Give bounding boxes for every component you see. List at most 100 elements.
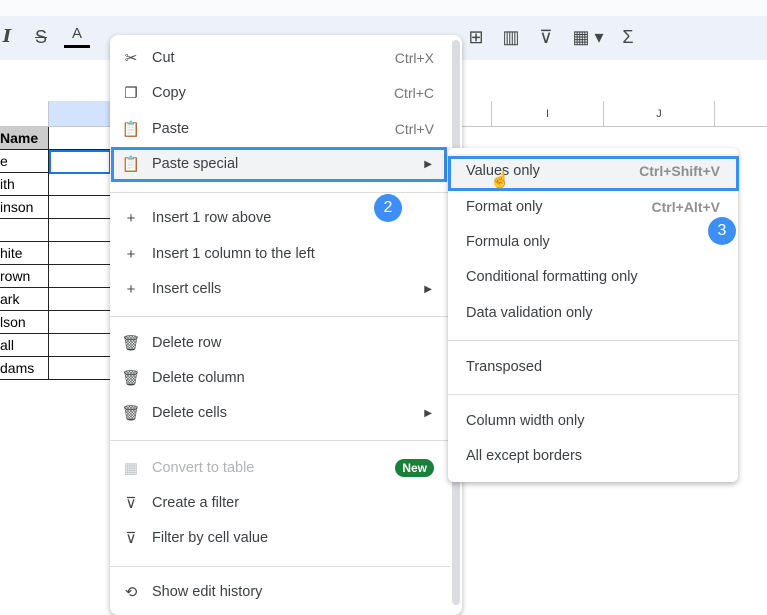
menu-icon: 📋 xyxy=(121,121,141,138)
menu-item-delete-row[interactable]: 🗑 Delete row xyxy=(110,326,450,360)
menu-item-label: Delete column xyxy=(152,370,245,386)
menu-icon: + xyxy=(126,280,136,298)
menu-item-insert-cells[interactable]: + Insert cells ▶ xyxy=(110,272,450,306)
italic-icon[interactable]: I xyxy=(0,22,20,52)
menu-item-label: Show edit history xyxy=(152,584,263,600)
submenu-item-label: Column width only xyxy=(466,413,585,429)
menu-item-delete-column[interactable]: 🗑 Delete column xyxy=(110,361,450,395)
step-badge-2: 2 xyxy=(374,194,402,222)
column-header[interactable] xyxy=(0,101,49,127)
submenu-item-formula-only[interactable]: Formula only xyxy=(448,225,738,259)
menu-item-create-a-filter[interactable]: ⊽ Create a filter xyxy=(110,486,450,520)
text-color-icon[interactable]: A xyxy=(64,22,90,48)
menu-icon: ✂ xyxy=(124,50,138,67)
menu-icon: + xyxy=(126,245,136,263)
submenu-item-conditional-formatting-only[interactable]: Conditional formatting only xyxy=(448,260,738,294)
menu-item-label: Delete cells xyxy=(152,405,227,421)
cell[interactable] xyxy=(49,219,111,242)
submenu-item-label: Transposed xyxy=(466,359,543,375)
submenu-item-label: Format only xyxy=(466,199,543,215)
submenu-item-label: Formula only xyxy=(466,234,550,250)
column-header-selected[interactable] xyxy=(49,101,111,127)
name-cell[interactable]: rown xyxy=(0,265,49,288)
cell[interactable] xyxy=(49,196,111,219)
menu-icon: 🗑 xyxy=(121,335,141,352)
name-cell[interactable]: dams xyxy=(0,357,49,380)
cell[interactable] xyxy=(49,357,111,380)
submenu-item-label: Data validation only xyxy=(466,305,593,321)
name-cell[interactable]: all xyxy=(0,334,49,357)
menu-icon: ⊽ xyxy=(125,495,137,512)
submenu-item-column-width-only[interactable]: Column width only xyxy=(448,404,738,438)
insert-chart-icon[interactable]: ▥ xyxy=(498,22,524,52)
selected-cell[interactable] xyxy=(49,150,111,174)
functions-icon[interactable]: Σ xyxy=(615,22,641,52)
name-header-cell[interactable]: Name xyxy=(0,127,49,150)
menu-icon: ⊽ xyxy=(125,530,137,547)
menu-item-label: Insert cells xyxy=(152,281,222,297)
table-icon[interactable]: ▦ ▾ xyxy=(568,22,608,52)
name-cell[interactable]: inson xyxy=(0,196,49,219)
menu-icon: 🗑 xyxy=(121,405,141,422)
menu-item-cut[interactable]: ✂ Cut Ctrl+X xyxy=(110,41,450,75)
menu-item-label: Insert 1 column to the left xyxy=(152,246,315,262)
menu-icon: ▦ xyxy=(123,460,139,477)
menu-item-copy[interactable]: ❐ Copy Ctrl+C xyxy=(110,76,450,110)
column-header-k[interactable] xyxy=(715,101,767,127)
menu-divider xyxy=(110,192,450,193)
menu-item-label: Insert 1 row above xyxy=(152,210,272,226)
menu-icon: ⟲ xyxy=(124,584,138,601)
cell[interactable] xyxy=(49,311,111,334)
submenu-item-transposed[interactable]: Transposed xyxy=(448,350,738,384)
cell[interactable] xyxy=(49,334,111,357)
hand-cursor-icon: ☝ xyxy=(490,172,510,189)
submenu-item-format-only[interactable]: Format only Ctrl+Alt+V xyxy=(448,190,738,224)
shortcut: Ctrl+X xyxy=(394,50,434,66)
menu-item-label: Copy xyxy=(152,85,186,101)
name-cell[interactable]: e xyxy=(0,150,49,173)
cell[interactable] xyxy=(49,173,111,196)
menu-item-insert-1-column-to-the-left[interactable]: + Insert 1 column to the left xyxy=(110,237,450,271)
menu-divider xyxy=(110,316,450,317)
submenu-item-data-validation-only[interactable]: Data validation only xyxy=(448,296,738,330)
insert-comment-icon[interactable]: ⊞ xyxy=(463,22,489,52)
shortcut: Ctrl+C xyxy=(393,85,434,101)
menu-item-paste[interactable]: 📋 Paste Ctrl+V xyxy=(110,112,450,146)
cell[interactable] xyxy=(49,127,111,150)
menu-item-label: Convert to table xyxy=(152,460,255,476)
submenu-item-all-except-borders[interactable]: All except borders xyxy=(448,439,738,473)
column-header-j[interactable]: J xyxy=(604,101,715,127)
menu-icon: 🗑 xyxy=(121,370,141,387)
submenu-divider xyxy=(448,394,738,395)
name-cell[interactable]: hite xyxy=(0,242,49,265)
menu-item-filter-by-cell-value[interactable]: ⊽ Filter by cell value xyxy=(110,521,450,555)
menu-item-label: Delete row xyxy=(152,335,222,351)
name-cell[interactable]: lson xyxy=(0,311,49,334)
menu-item-label: Cut xyxy=(152,50,175,66)
menu-item-label: Filter by cell value xyxy=(152,530,269,546)
new-badge: New xyxy=(395,459,434,477)
menu-item-label: Paste xyxy=(152,121,190,137)
submenu-divider xyxy=(448,340,738,341)
name-cell[interactable]: ark xyxy=(0,288,49,311)
submenu-arrow-icon: ▶ xyxy=(424,283,432,295)
paste-special-highlight xyxy=(111,147,447,182)
shortcut: Ctrl+Alt+V xyxy=(651,199,720,215)
menu-item-convert-to-table: ▦ Convert to table New xyxy=(110,451,450,485)
menu-divider xyxy=(110,440,450,441)
filter-icon[interactable]: ⊽ xyxy=(533,22,559,52)
name-cell[interactable] xyxy=(0,219,49,242)
submenu-item-label: Conditional formatting only xyxy=(466,269,638,285)
menu-item-show-edit-history[interactable]: ⟲ Show edit history xyxy=(110,575,450,609)
cell[interactable] xyxy=(49,265,111,288)
step-badge-3: 3 xyxy=(708,217,736,245)
strikethrough-icon[interactable]: S xyxy=(28,22,54,52)
menu-icon: ❐ xyxy=(124,85,138,102)
cell[interactable] xyxy=(49,288,111,311)
cell[interactable] xyxy=(49,242,111,265)
column-header-i[interactable]: I xyxy=(492,101,604,127)
menu-item-delete-cells[interactable]: 🗑 Delete cells ▶ xyxy=(110,396,450,430)
name-cell[interactable]: ith xyxy=(0,173,49,196)
submenu-arrow-icon: ▶ xyxy=(424,407,432,419)
menu-item-label: Create a filter xyxy=(152,495,240,511)
